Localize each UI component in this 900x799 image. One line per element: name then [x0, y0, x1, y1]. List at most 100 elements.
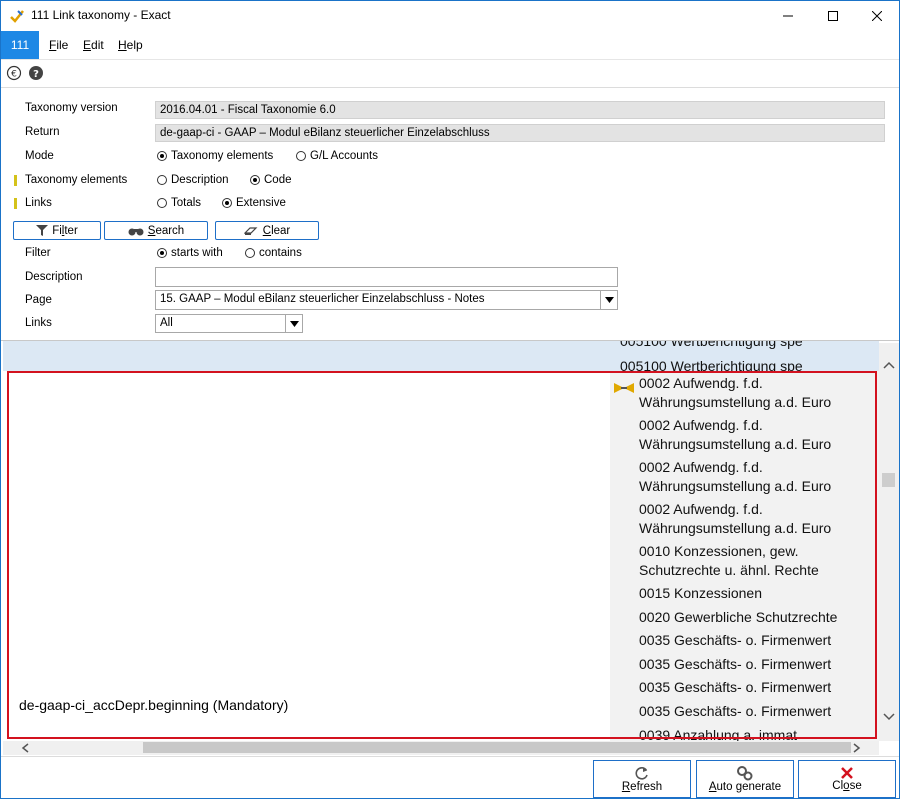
- menu-help-label: elp: [126, 38, 143, 52]
- chevron-down-icon[interactable]: [600, 291, 617, 309]
- close-button[interactable]: Close: [798, 760, 896, 798]
- radio-dot: [296, 151, 306, 161]
- chevron-down-icon[interactable]: [285, 315, 302, 332]
- list-item-line1: 0002 Aufwendg. f.d.: [639, 459, 763, 475]
- horizontal-scroll-thumb[interactable]: [143, 742, 851, 753]
- minimize-button[interactable]: [765, 1, 810, 31]
- criteria-panel: Taxonomy version 2016.04.01 - Fiscal Tax…: [1, 88, 899, 341]
- refresh-icon: [635, 767, 648, 780]
- page-select-value: 15. GAAP – Modul eBilanz steuerlicher Ei…: [160, 293, 485, 305]
- menu-edit-label: dit: [91, 38, 104, 52]
- menu-file[interactable]: File: [49, 38, 68, 52]
- list-item-line2: Schutzrechte u. ähnl. Rechte: [639, 562, 819, 578]
- radio-dot: [250, 175, 260, 185]
- close-label-a: Cl: [832, 780, 844, 792]
- taxonomy-version-label: Taxonomy version: [25, 102, 118, 114]
- refresh-label: efresh: [630, 781, 663, 793]
- list-item-line2: Währungsumstellung a.d. Euro: [639, 436, 832, 452]
- search-button-accel: S: [147, 224, 156, 237]
- search-button[interactable]: Search: [104, 221, 208, 240]
- list-item[interactable]: 0002 Aufwendg. f.d. Währungsumstellung a.…: [639, 458, 831, 496]
- list-item[interactable]: 0035 Geschäfts- o. Firmenwert: [639, 678, 831, 697]
- radio-label: Extensive: [236, 197, 286, 209]
- list-item-line1: 0002 Aufwendg. f.d.: [639, 417, 763, 433]
- list-item[interactable]: 0010 Konzessionen, gew. Schutzrechte u. ä…: [639, 542, 819, 580]
- mode-taxonomy-elements-radio[interactable]: Taxonomy elements: [157, 150, 273, 162]
- links-extensive-radio[interactable]: Extensive: [222, 197, 286, 209]
- taxonomy-elements-label: Taxonomy elements: [25, 174, 128, 186]
- gears-icon: [737, 766, 753, 781]
- toolbar: € ?: [1, 60, 899, 88]
- list-item[interactable]: 0002 Aufwendg. f.d. Währungsumstellung a.…: [639, 374, 831, 412]
- binoculars-icon: [128, 228, 144, 235]
- list-item-line1: 0002 Aufwendg. f.d.: [639, 375, 763, 391]
- links-filter-label: Links: [25, 317, 52, 329]
- maximize-button[interactable]: [810, 1, 855, 31]
- page-select[interactable]: 15. GAAP – Modul eBilanz steuerlicher Ei…: [155, 290, 618, 310]
- chevron-down-icon[interactable]: [883, 713, 895, 721]
- list-item[interactable]: 0035 Geschäfts- o. Firmenwert: [639, 631, 831, 650]
- filter-label: Filter: [25, 247, 51, 259]
- list-item[interactable]: 0020 Gewerbliche Schutzrechte: [639, 608, 837, 627]
- list-item[interactable]: 0002 Aufwendg. f.d. Währungsumstellung a.…: [639, 500, 831, 538]
- auto-generate-button[interactable]: Auto generate: [696, 760, 794, 798]
- filter-starts-with-radio[interactable]: starts with: [157, 247, 223, 259]
- clear-button[interactable]: Clear: [215, 221, 319, 240]
- eraser-icon: [243, 226, 258, 235]
- horizontal-scrollbar[interactable]: [3, 741, 879, 755]
- help-icon[interactable]: ?: [28, 65, 44, 81]
- chevron-right-icon[interactable]: [853, 743, 861, 753]
- links-select[interactable]: All: [155, 314, 303, 333]
- filter-contains-radio[interactable]: contains: [245, 247, 302, 259]
- links-totals-radio[interactable]: Totals: [157, 197, 201, 209]
- mode-label: Mode: [25, 150, 54, 162]
- radio-dot: [222, 198, 232, 208]
- action-bar: Refresh Auto generate Close: [1, 756, 899, 798]
- radio-dot: [157, 248, 167, 258]
- taxonomy-elements-description-radio[interactable]: Description: [157, 174, 229, 186]
- auto-generate-accel: A: [708, 781, 717, 793]
- required-marker: [14, 175, 17, 186]
- list-item[interactable]: 0035 Geschäfts- o. Firmenwert: [639, 702, 831, 721]
- refresh-button[interactable]: Refresh: [593, 760, 691, 798]
- radio-label: Description: [171, 174, 229, 186]
- close-label-b: se: [849, 780, 862, 792]
- taxonomy-version-field: 2016.04.01 - Fiscal Taxonomie 6.0: [155, 101, 885, 119]
- description-input[interactable]: [155, 267, 618, 287]
- list-item-line2: Währungsumstellung a.d. Euro: [639, 478, 832, 494]
- radio-label: G/L Accounts: [310, 150, 378, 162]
- filter-button[interactable]: Fi l ter: [13, 221, 101, 240]
- list-item[interactable]: 0002 Aufwendg. f.d. Währungsumstellung a.…: [639, 416, 831, 454]
- taxonomy-element-description[interactable]: de-gaap-ci_accDepr.beginning (Mandatory): [19, 697, 288, 713]
- euro-icon[interactable]: €: [6, 65, 22, 81]
- menu-edit-accel: E: [83, 38, 92, 52]
- link-icon: [614, 383, 634, 393]
- mode-gl-accounts-radio[interactable]: G/L Accounts: [296, 150, 378, 162]
- close-window-button[interactable]: [854, 1, 899, 31]
- list-item-line1: 0002 Aufwendg. f.d.: [639, 501, 763, 517]
- chevron-left-icon[interactable]: [21, 743, 29, 753]
- vertical-scroll-thumb[interactable]: [882, 473, 895, 487]
- vertical-scrollbar[interactable]: [879, 343, 899, 741]
- svg-text:€: €: [11, 70, 17, 80]
- return-label: Return: [25, 126, 60, 138]
- menu-help-accel: H: [118, 38, 127, 52]
- close-icon: [871, 11, 882, 21]
- list-item[interactable]: 0039 Anzahlung a. immat: [639, 726, 797, 741]
- links-label: Links: [25, 197, 52, 209]
- list-item[interactable]: 0015 Konzessionen: [639, 584, 762, 603]
- filter-button-label-a: Fi: [52, 224, 62, 237]
- maximize-icon: [827, 11, 838, 21]
- taxonomy-elements-code-radio[interactable]: Code: [250, 174, 292, 186]
- menu-file-label: ile: [56, 38, 69, 52]
- close-red-x-icon: [841, 767, 853, 779]
- link-grid: 005100 Wertberichtigung spe 005100 Wertb…: [3, 341, 879, 741]
- radio-label: Taxonomy elements: [171, 150, 274, 162]
- menu-edit[interactable]: Edit: [83, 38, 104, 52]
- list-item[interactable]: 0035 Geschäfts- o. Firmenwert: [639, 655, 831, 674]
- svg-text:?: ?: [33, 69, 39, 80]
- chevron-up-icon[interactable]: [883, 361, 895, 369]
- menu-help[interactable]: Help: [118, 38, 143, 52]
- auto-generate-label: uto generate: [716, 781, 782, 793]
- menu-bar: 111 File Edit Help: [1, 31, 899, 60]
